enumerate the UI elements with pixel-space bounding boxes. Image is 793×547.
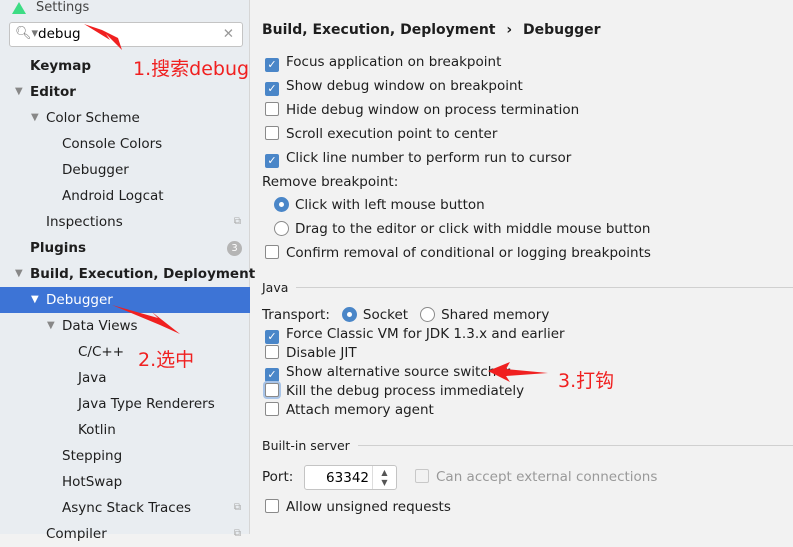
annotation-arrows (84, 24, 548, 382)
